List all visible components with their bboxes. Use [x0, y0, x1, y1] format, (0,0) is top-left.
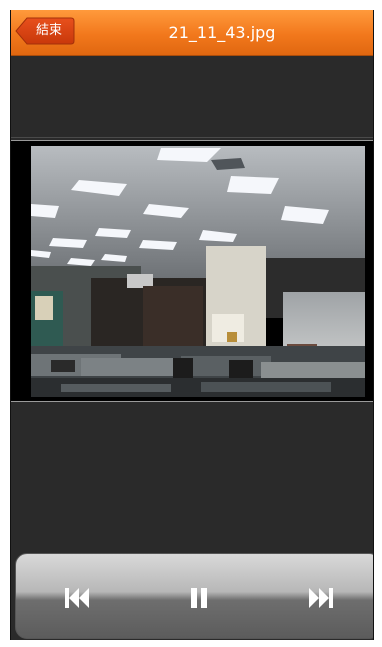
- next-button[interactable]: [295, 576, 347, 620]
- skip-previous-icon: [65, 588, 89, 608]
- divider: [11, 137, 373, 138]
- skip-next-icon: [309, 588, 333, 608]
- previous-button[interactable]: [51, 576, 103, 620]
- playback-controls: [15, 553, 373, 639]
- pause-icon: [191, 588, 207, 608]
- end-button-label: 結束: [35, 23, 62, 38]
- image-viewport[interactable]: [11, 140, 373, 402]
- office-photo: [31, 146, 365, 397]
- title-bar: 結束 21_11_43.jpg: [11, 10, 373, 56]
- page-title: 21_11_43.jpg: [168, 23, 276, 42]
- viewer-screen: 結束 21_11_43.jpg: [10, 10, 374, 640]
- end-button[interactable]: 結束: [15, 17, 75, 45]
- pause-button[interactable]: [173, 576, 225, 620]
